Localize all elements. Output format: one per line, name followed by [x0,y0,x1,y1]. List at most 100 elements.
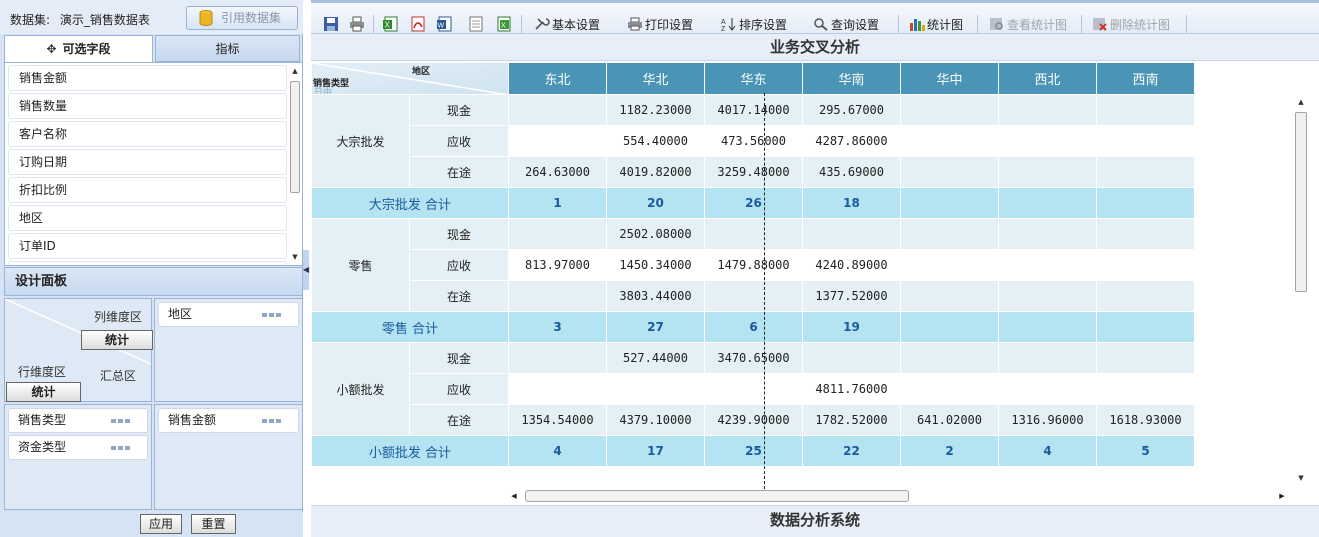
word-export-icon[interactable]: W [437,16,453,32]
query-settings-button[interactable]: 查询设置 [813,15,879,35]
subtotal-cell[interactable]: 25 [704,435,803,467]
apply-button[interactable]: 应用 [140,514,182,534]
value-cell[interactable] [508,280,607,312]
row-stat-button[interactable]: 统计 [6,382,81,402]
value-cell[interactable]: 435.69000 [802,156,901,188]
subtotal-cell[interactable]: 1 [508,187,607,219]
value-cell[interactable] [802,218,901,250]
value-cell[interactable]: 2502.08000 [606,218,705,250]
subtotal-cell[interactable]: 19 [802,311,901,343]
value-cell[interactable]: 3470.65000 [704,342,803,374]
value-cell[interactable]: 4240.89000 [802,249,901,281]
print-icon[interactable] [349,16,365,32]
value-cell[interactable] [900,94,999,126]
column-header[interactable]: 华南 [802,62,901,95]
value-cell[interactable]: 4379.10000 [606,404,705,436]
row-dim-chip[interactable]: 销售类型 [8,408,148,433]
value-cell[interactable] [704,280,803,312]
value-cell[interactable]: 3259.48000 [704,156,803,188]
value-cell[interactable] [704,373,803,405]
view-chart-button[interactable]: 查看统计图 [989,15,1067,35]
excel-export-icon[interactable]: X [383,16,399,32]
field-item[interactable]: 销售金额 [8,65,287,91]
subtotal-cell[interactable] [900,311,999,343]
value-cell[interactable] [1096,373,1195,405]
value-cell[interactable]: 1377.52000 [802,280,901,312]
value-cell[interactable] [998,218,1097,250]
value-cell[interactable]: 4287.86000 [802,125,901,157]
col-dim-chip[interactable]: 地区 [158,302,299,327]
value-cell[interactable] [900,156,999,188]
csv-export-icon[interactable]: X [496,16,512,32]
save-icon[interactable] [323,16,339,32]
column-header[interactable]: 西南 [1096,62,1195,95]
row-dim-chip[interactable]: 资金类型 [8,435,148,460]
field-item[interactable]: 客户名称 [8,121,287,147]
subtotal-cell[interactable]: 2 [900,435,999,467]
print-settings-button[interactable]: 打印设置 [627,15,693,35]
value-cell[interactable] [900,218,999,250]
subtotal-cell[interactable]: 26 [704,187,803,219]
value-cell[interactable]: 1782.52000 [802,404,901,436]
value-cell[interactable]: 4017.14000 [704,94,803,126]
reference-dataset-button[interactable]: 引用数据集 [186,6,298,30]
value-cell[interactable] [508,218,607,250]
field-item[interactable]: 折扣比例 [8,177,287,203]
scroll-left-arrow-icon[interactable]: ◀ [509,489,519,503]
scroll-right-arrow-icon[interactable]: ▶ [1277,489,1287,503]
value-cell[interactable] [508,373,607,405]
scroll-down-arrow-icon[interactable]: ▼ [289,251,301,263]
value-cell[interactable] [1096,94,1195,126]
value-cell[interactable]: 264.63000 [508,156,607,188]
value-cell[interactable] [1096,342,1195,374]
value-cell[interactable] [508,342,607,374]
value-cell[interactable] [606,373,705,405]
value-cell[interactable] [802,342,901,374]
scroll-up-arrow-icon[interactable]: ▲ [289,65,301,77]
subtotal-cell[interactable]: 5 [1096,435,1195,467]
value-cell[interactable]: 1618.93000 [1096,404,1195,436]
subtotal-cell[interactable]: 4 [998,435,1097,467]
scroll-thumb[interactable] [525,490,909,502]
delete-chart-button[interactable]: 删除统计图 [1092,15,1170,35]
collapse-panel-handle[interactable]: ◀ [303,250,309,290]
col-stat-button[interactable]: 统计 [81,330,153,350]
subtotal-cell[interactable] [998,187,1097,219]
value-cell[interactable] [998,94,1097,126]
subtotal-cell[interactable]: 27 [606,311,705,343]
value-cell[interactable] [704,218,803,250]
text-export-icon[interactable] [468,16,484,32]
chart-button[interactable]: 统计图 [909,15,963,35]
value-cell[interactable] [900,249,999,281]
sort-settings-button[interactable]: A Z 排序设置 [721,15,787,35]
basic-settings-button[interactable]: 基本设置 [534,15,600,35]
value-cell[interactable]: 4239.90000 [704,404,803,436]
value-cell[interactable] [998,280,1097,312]
value-cell[interactable]: 473.56000 [704,125,803,157]
value-cell[interactable]: 1316.96000 [998,404,1097,436]
field-item[interactable]: 销售数量 [8,93,287,119]
table-vertical-scrollbar[interactable]: ▲ ▼ [1294,96,1308,485]
subtotal-cell[interactable] [900,187,999,219]
subtotal-cell[interactable]: 18 [802,187,901,219]
value-cell[interactable]: 1479.88000 [704,249,803,281]
column-header[interactable]: 西北 [998,62,1097,95]
subtotal-cell[interactable]: 22 [802,435,901,467]
value-cell[interactable] [508,94,607,126]
value-cell[interactable] [900,342,999,374]
tab-fields[interactable]: ✥ 可选字段 [4,35,153,62]
value-cell[interactable] [1096,218,1195,250]
subtotal-cell[interactable] [1096,187,1195,219]
value-cell[interactable]: 295.67000 [802,94,901,126]
value-cell[interactable] [998,156,1097,188]
value-cell[interactable]: 641.02000 [900,404,999,436]
value-chip[interactable]: 销售金额 [158,408,299,433]
value-cell[interactable]: 554.40000 [606,125,705,157]
field-item[interactable]: 订单ID [8,233,287,259]
value-cell[interactable] [998,125,1097,157]
value-cell[interactable] [1096,156,1195,188]
table-horizontal-scrollbar[interactable]: ◀ ▶ [509,489,1289,503]
value-cell[interactable]: 1450.34000 [606,249,705,281]
value-cell[interactable]: 1354.54000 [508,404,607,436]
value-cell[interactable]: 527.44000 [606,342,705,374]
